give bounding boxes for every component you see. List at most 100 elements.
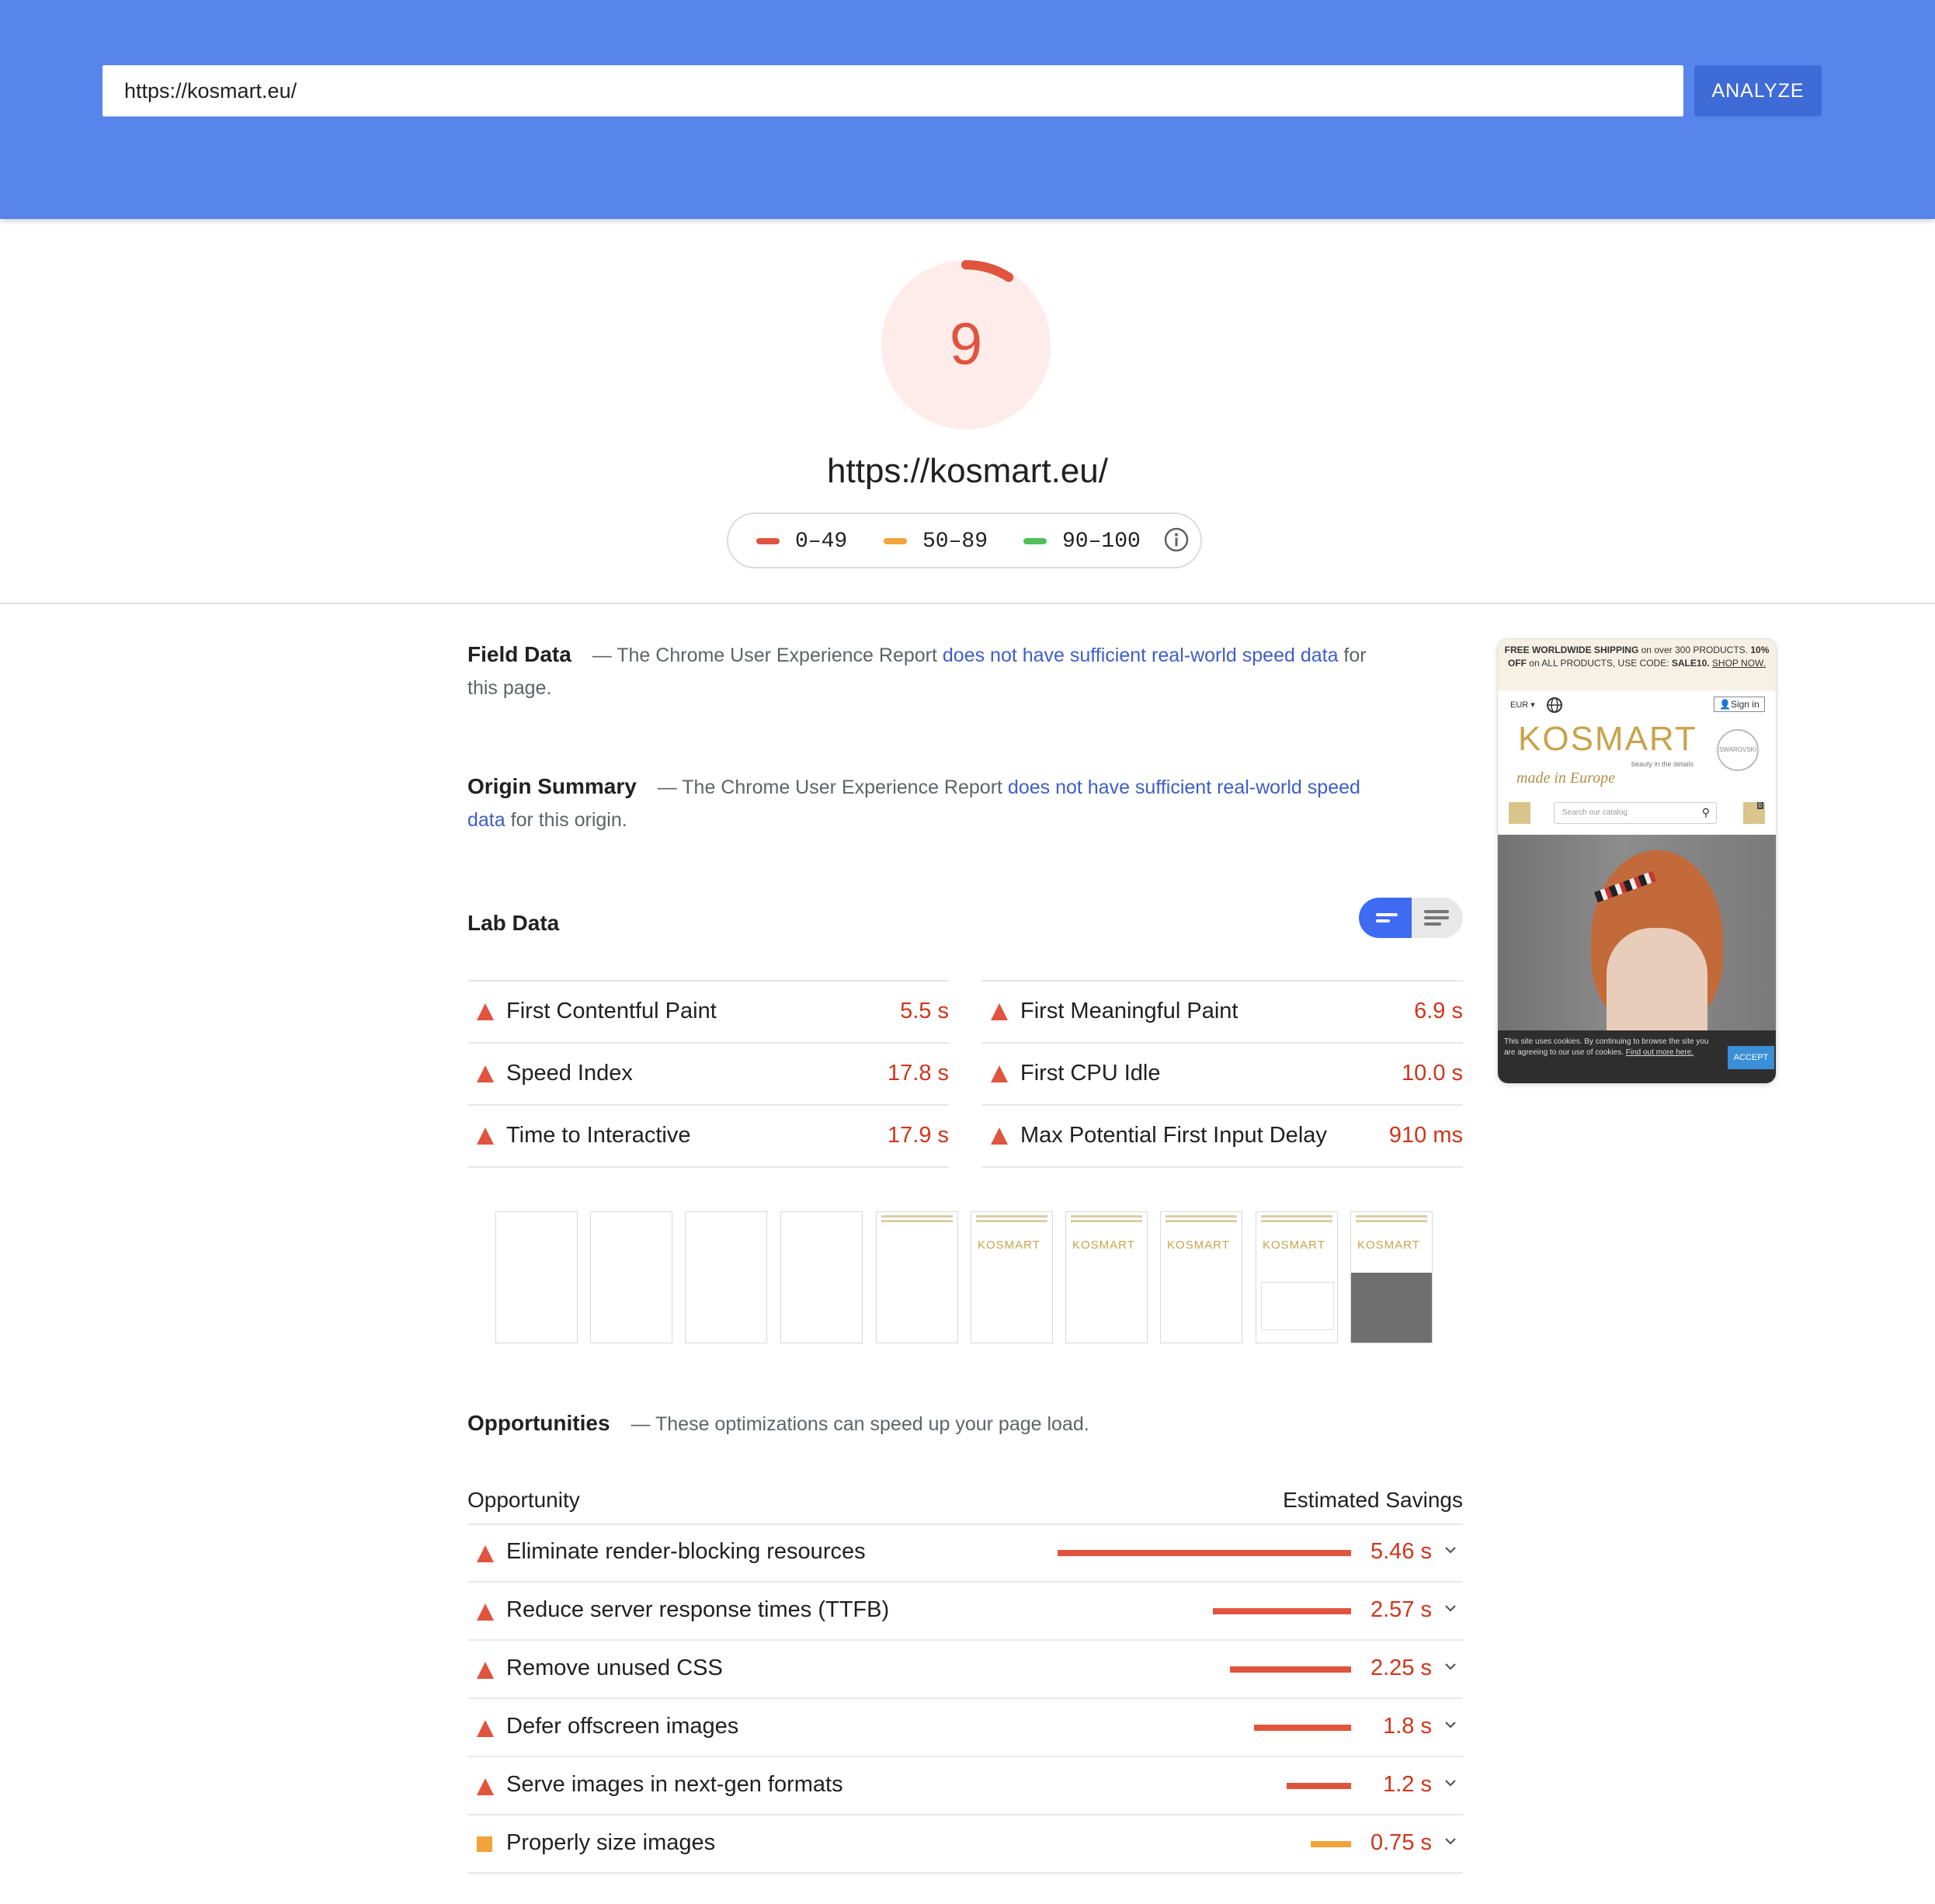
- savings-bar: [1058, 1550, 1351, 1556]
- user-icon: 👤: [1719, 699, 1731, 710]
- cookie-text: This site uses cookies. By continuing to…: [1504, 1037, 1709, 1057]
- field-data-section: Field Data — The Chrome User Experience …: [467, 638, 1376, 704]
- banner-text: on ALL PRODUCTS, USE CODE:: [1526, 658, 1672, 669]
- badge-label: SWAROVSKI: [1718, 746, 1757, 753]
- fail-triangle-icon: [477, 1778, 494, 1795]
- frame-banner: [881, 1220, 953, 1222]
- compact-view-button[interactable]: [1359, 898, 1412, 938]
- expanded-view-icon[interactable]: [1412, 898, 1463, 938]
- opportunity-row[interactable]: Serve images in next-gen formats 1.2 s: [467, 1756, 1463, 1815]
- frame-banner: [1261, 1220, 1332, 1222]
- info-icon[interactable]: [1163, 526, 1190, 553]
- cookie-link[interactable]: Find out more here.: [1626, 1048, 1694, 1057]
- frame-banner: [976, 1215, 1047, 1218]
- metric-first-meaningful-paint: First Meaningful Paint 6.9 s: [981, 980, 1463, 1042]
- opportunity-row[interactable]: Properly size images 0.75 s: [467, 1815, 1463, 1874]
- performance-score: 9: [949, 311, 983, 377]
- metric-name: First Contentful Paint: [506, 999, 717, 1023]
- metric-value: 10.0 s: [1402, 1061, 1463, 1086]
- origin-summary-section: Origin Summary — The Chrome User Experie…: [467, 770, 1376, 836]
- legend-average: 50–89: [884, 530, 988, 554]
- banner-bold: SALE10.: [1671, 658, 1710, 669]
- chevron-down-icon[interactable]: [1443, 1717, 1458, 1732]
- shop-now-link[interactable]: SHOP NOW.: [1712, 658, 1766, 669]
- savings-bar: [1213, 1608, 1351, 1614]
- legend-fail-label: 0–49: [795, 530, 848, 554]
- fail-triangle-icon: [477, 1720, 494, 1737]
- frame-banner: [1166, 1220, 1237, 1222]
- chevron-down-icon[interactable]: [1443, 1542, 1458, 1558]
- cart-count: 0: [1756, 802, 1763, 809]
- frame-banner: [1261, 1215, 1332, 1218]
- legend-average-swatch: [884, 537, 907, 544]
- metrics-right-column: First Meaningful Paint 6.9 s First CPU I…: [981, 980, 1463, 1168]
- chevron-down-icon[interactable]: [1443, 1833, 1458, 1849]
- site-search-input[interactable]: Search our catalog ⚲: [1554, 802, 1717, 824]
- hero-image: [1498, 835, 1776, 1030]
- metric-value: 910 ms: [1388, 1123, 1463, 1148]
- filmstrip-frame: KOSMART: [1350, 1211, 1433, 1343]
- url-input[interactable]: [102, 65, 1683, 116]
- fail-triangle-icon: [477, 1003, 494, 1020]
- frame-hero-image: [1351, 1273, 1432, 1343]
- menu-icon[interactable]: [1509, 802, 1530, 824]
- metric-value: 17.9 s: [888, 1123, 949, 1148]
- globe-icon: [1547, 697, 1562, 713]
- search-icon: ⚲: [1701, 806, 1710, 818]
- sign-in-label: Sign in: [1730, 699, 1760, 710]
- banner-bold: FREE WORLDWIDE SHIPPING: [1504, 645, 1639, 655]
- metrics-view-toggle[interactable]: [1359, 898, 1463, 938]
- frame-logo: KOSMART: [1167, 1239, 1230, 1252]
- frame-product-grid: [1261, 1282, 1334, 1330]
- hero-face: [1607, 928, 1707, 1030]
- column-estimated-savings: Estimated Savings: [1283, 1488, 1463, 1512]
- fail-triangle-icon: [991, 1065, 1008, 1082]
- metric-name: Speed Index: [506, 1061, 633, 1086]
- sign-in-button[interactable]: 👤Sign in: [1714, 697, 1765, 712]
- savings-bar: [1254, 1725, 1351, 1731]
- opportunity-row[interactable]: Reduce server response times (TTFB) 2.57 …: [467, 1582, 1463, 1641]
- savings-bar: [1230, 1666, 1351, 1673]
- metric-value: 6.9 s: [1414, 999, 1463, 1023]
- frame-banner: [1166, 1215, 1237, 1218]
- cart-icon[interactable]: 0: [1743, 802, 1765, 824]
- savings-bar: [1287, 1783, 1351, 1789]
- analyze-button[interactable]: ANALYZE: [1694, 65, 1822, 116]
- frame-logo: KOSMART: [1263, 1239, 1325, 1252]
- opportunity-row[interactable]: Defer offscreen images 1.8 s: [467, 1698, 1463, 1757]
- frame-banner: [1071, 1215, 1142, 1218]
- chevron-down-icon[interactable]: [1443, 1659, 1458, 1674]
- opportunity-name: Serve images in next-gen formats: [506, 1772, 843, 1797]
- origin-summary-prefix: — The Chrome User Experience Report: [657, 777, 1008, 798]
- page-url: https://kosmart.eu/: [827, 452, 1108, 490]
- opportunities-desc: — These optimizations can speed up your …: [631, 1413, 1089, 1435]
- savings-value: 0.75 s: [1370, 1830, 1432, 1855]
- metric-speed-index: Speed Index 17.8 s: [467, 1042, 949, 1104]
- banner-text: on over 300 PRODUCTS.: [1638, 645, 1751, 655]
- chevron-down-icon[interactable]: [1443, 1600, 1458, 1616]
- frame-logo: KOSMART: [978, 1239, 1040, 1252]
- filmstrip-frame: [495, 1211, 578, 1343]
- opportunity-row[interactable]: Remove unused CSS 2.25 s: [467, 1640, 1463, 1699]
- currency-selector[interactable]: EUR ▾: [1510, 700, 1535, 710]
- opportunity-row[interactable]: Eliminate render-blocking resources 5.46 …: [467, 1524, 1463, 1583]
- accept-cookies-button[interactable]: ACCEPT: [1728, 1046, 1774, 1069]
- field-data-link[interactable]: does not have sufficient real-world spee…: [943, 645, 1339, 666]
- fail-triangle-icon: [477, 1545, 494, 1562]
- shipping-banner: FREE WORLDWIDE SHIPPING on over 300 PROD…: [1498, 639, 1776, 690]
- cookie-notice: This site uses cookies. By continuing to…: [1498, 1030, 1776, 1083]
- chevron-down-icon[interactable]: [1443, 1775, 1458, 1791]
- opportunity-name: Properly size images: [506, 1830, 716, 1855]
- fail-triangle-icon: [991, 1003, 1008, 1020]
- savings-value: 1.8 s: [1383, 1714, 1432, 1739]
- field-data-title: Field Data: [467, 642, 571, 666]
- frame-banner: [1356, 1215, 1427, 1218]
- metric-first-cpu-idle: First CPU Idle 10.0 s: [981, 1042, 1463, 1104]
- savings-bar: [1311, 1841, 1351, 1847]
- savings-value: 2.25 s: [1370, 1656, 1432, 1680]
- frame-logo: KOSMART: [1357, 1239, 1420, 1252]
- metric-name: First Meaningful Paint: [1020, 999, 1238, 1023]
- frame-banner: [976, 1220, 1047, 1222]
- legend-pass: 90–100: [1023, 530, 1141, 554]
- metric-first-contentful-paint: First Contentful Paint 5.5 s: [467, 980, 949, 1042]
